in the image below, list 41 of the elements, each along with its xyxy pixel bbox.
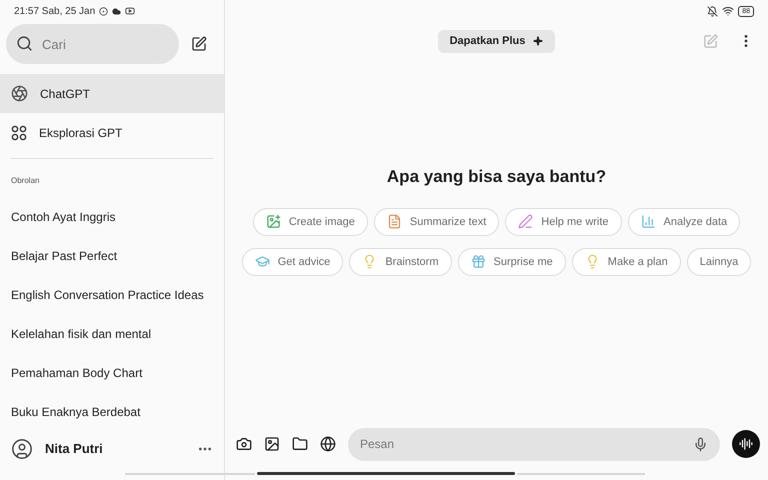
suggestion-chip[interactable]: Get advice bbox=[242, 248, 344, 276]
chat-item[interactable]: Kelelahan fisik dan mental bbox=[0, 314, 224, 353]
circle-dot-icon bbox=[99, 6, 108, 16]
nav-item[interactable]: ChatGPT bbox=[0, 74, 224, 113]
user-name[interactable]: Nita Putri bbox=[45, 439, 103, 459]
bell-off-icon bbox=[707, 6, 718, 16]
suggestion-chip[interactable]: Summarize text bbox=[374, 208, 500, 236]
microphone-icon[interactable] bbox=[693, 436, 708, 452]
suggestion-chip[interactable]: Surprise me bbox=[458, 248, 566, 276]
sparkle-icon bbox=[533, 36, 544, 46]
upgrade-button[interactable]: Dapatkan Plus bbox=[438, 30, 556, 52]
suggestion-chip[interactable]: Make a plan bbox=[572, 248, 681, 276]
chat-item[interactable]: Buku Enaknya Berdebat bbox=[0, 392, 224, 431]
nav-item[interactable]: Eksplorasi GPT bbox=[0, 113, 224, 152]
search-icon bbox=[16, 35, 33, 52]
new-chat-icon[interactable] bbox=[191, 36, 207, 52]
globe-icon[interactable] bbox=[320, 436, 336, 452]
suggestion-chip[interactable]: Create image bbox=[252, 208, 368, 236]
audio-lines-icon bbox=[739, 437, 753, 451]
search-field[interactable]: Cari bbox=[6, 24, 179, 64]
image-icon[interactable] bbox=[264, 436, 280, 452]
suggestion-chip[interactable]: Analyze data bbox=[628, 208, 740, 236]
chat-item[interactable]: Belajar Past Perfect bbox=[0, 236, 224, 275]
aperture-icon bbox=[11, 85, 28, 102]
status-time: 21:57 Sab, 25 Jan bbox=[14, 4, 96, 18]
section-title: Obrolan bbox=[10, 175, 40, 187]
suggestion-chip[interactable]: Brainstorm bbox=[349, 248, 452, 276]
folder-icon[interactable] bbox=[292, 436, 308, 452]
suggestion-chip[interactable]: Lainnya bbox=[686, 248, 752, 276]
chat-item[interactable]: Pemahaman Body Chart bbox=[0, 353, 224, 392]
cloud-icon bbox=[112, 6, 122, 16]
suggestion-chip[interactable]: Help me write bbox=[505, 208, 622, 236]
chat-item[interactable]: Contoh Ayat Inggris bbox=[0, 197, 224, 236]
camera-icon[interactable] bbox=[236, 436, 252, 452]
chat-item[interactable]: English Conversation Practice Ideas bbox=[0, 275, 224, 314]
user-avatar-icon bbox=[11, 438, 33, 460]
welcome-heading: Apa yang bisa saya bantu? bbox=[386, 166, 606, 188]
four-circles-icon bbox=[11, 124, 27, 140]
message-field[interactable]: Pesan bbox=[348, 428, 720, 460]
play-icon bbox=[125, 6, 136, 16]
voice-button[interactable] bbox=[732, 430, 760, 458]
